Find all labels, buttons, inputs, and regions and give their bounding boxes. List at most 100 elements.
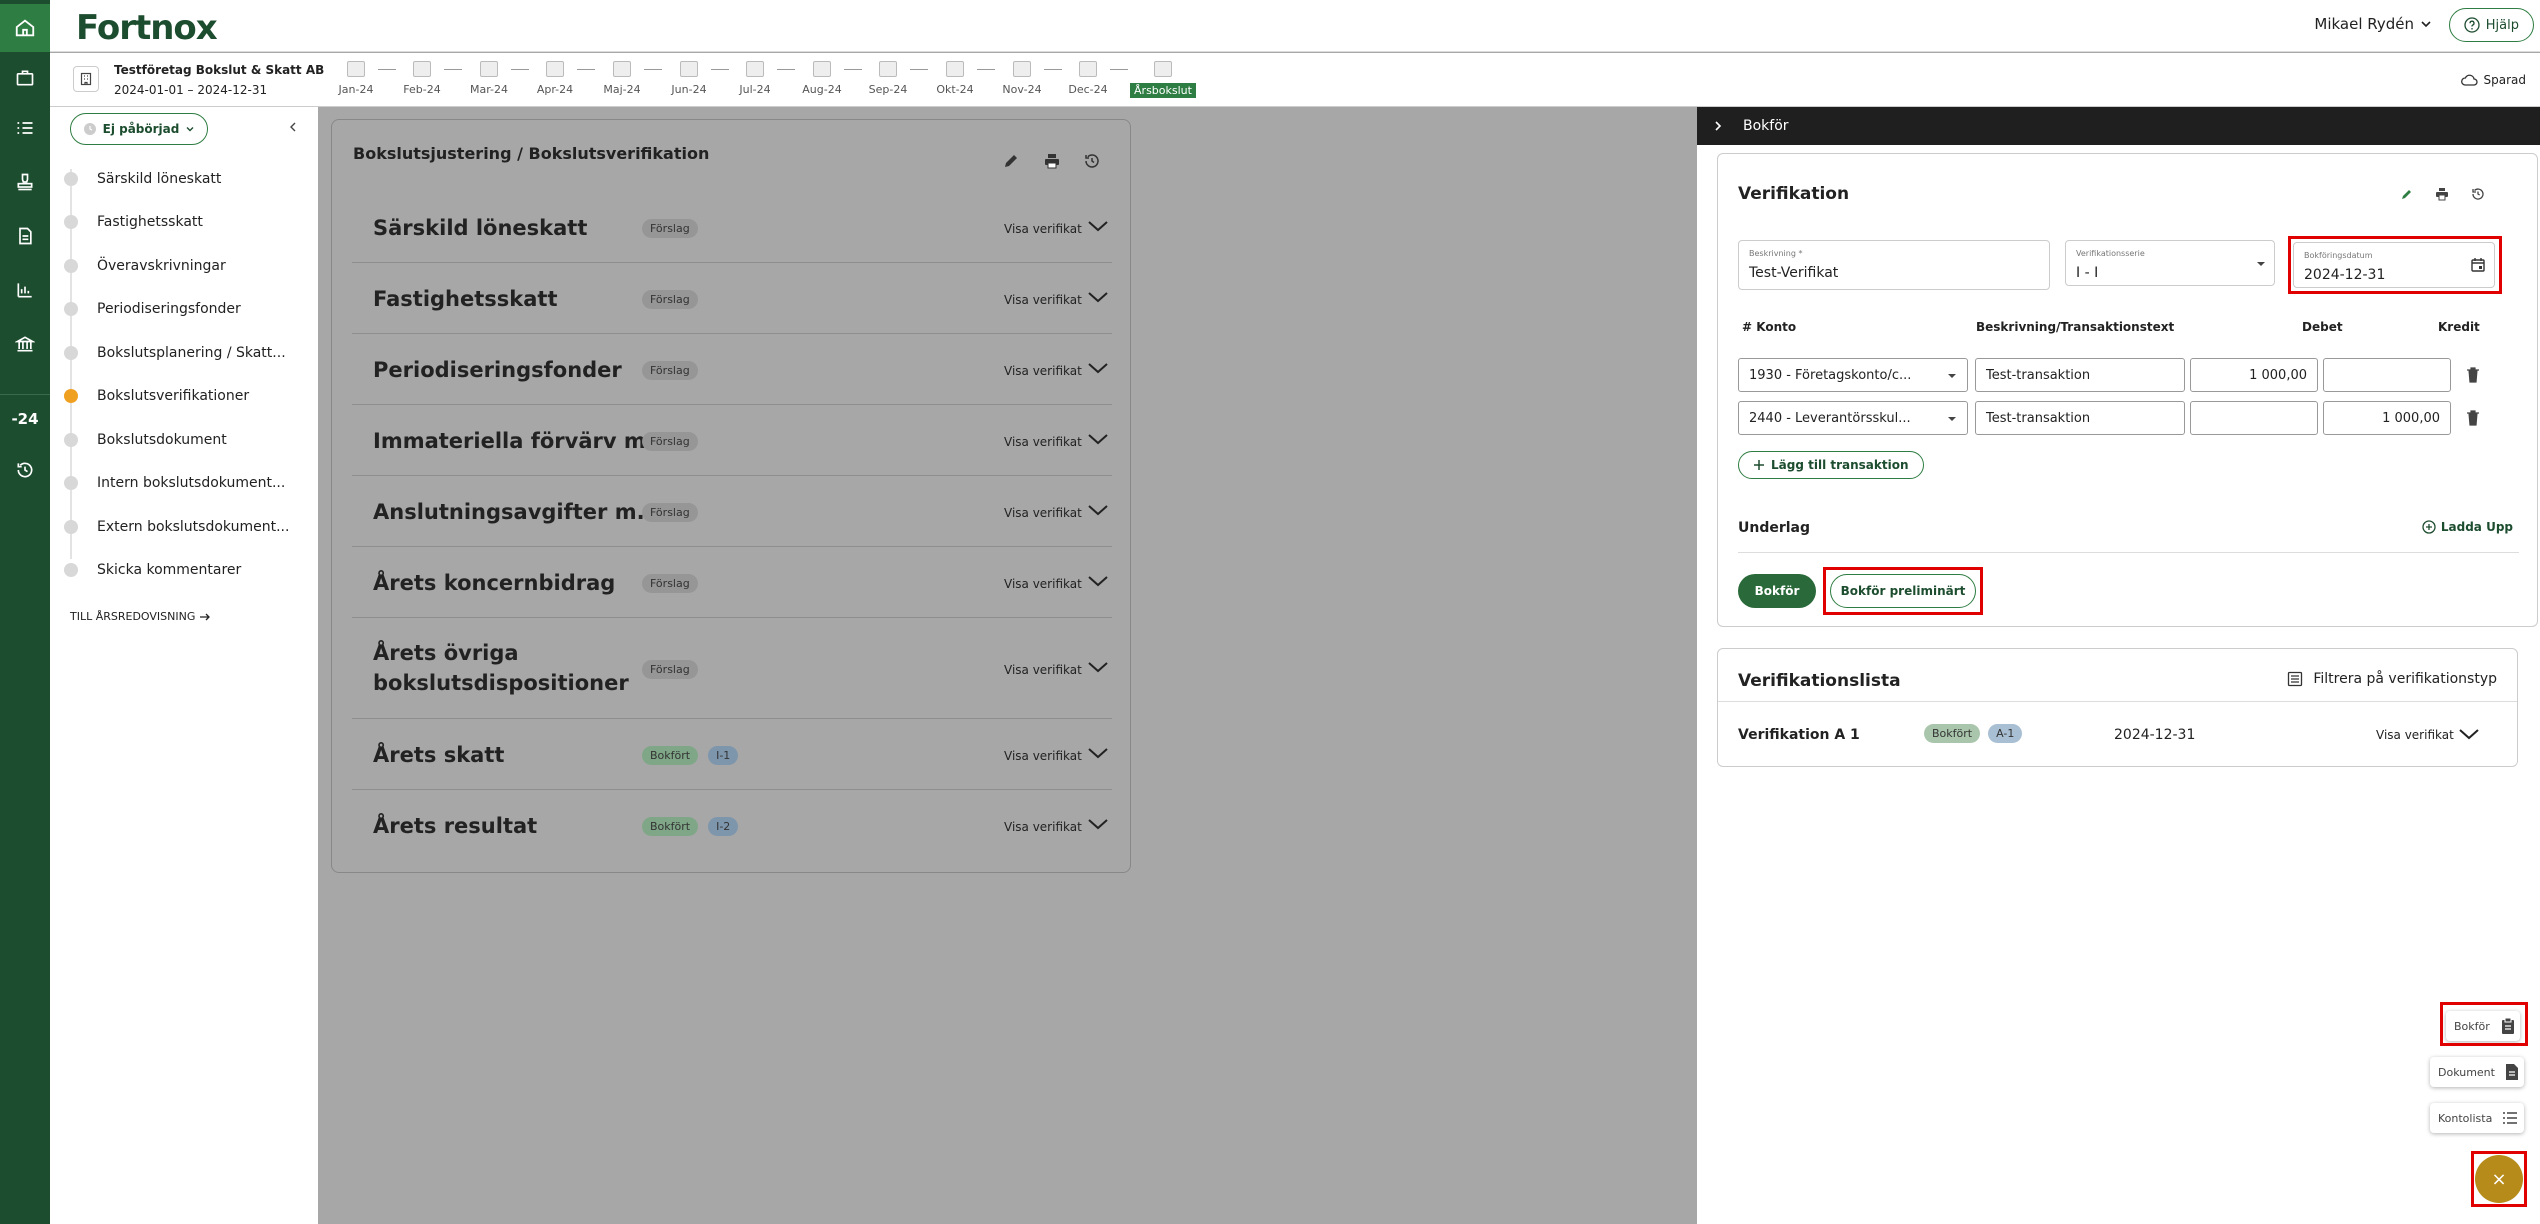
- nav-document[interactable]: [0, 212, 50, 260]
- print-button[interactable]: [1041, 150, 1063, 172]
- nav-briefcase[interactable]: [0, 54, 50, 102]
- accordion-item[interactable]: Periodiseringsfonder Förslag Visa verifi…: [352, 334, 1112, 405]
- add-transaction-button[interactable]: Lägg till transaktion: [1738, 451, 1924, 479]
- upload-label: Ladda Upp: [2440, 520, 2513, 534]
- print-button[interactable]: [2432, 184, 2452, 204]
- step-item[interactable]: Intern bokslutsdokument...: [64, 462, 314, 506]
- chevron-down-icon[interactable]: [1087, 746, 1109, 760]
- chevron-down-icon[interactable]: [1087, 660, 1109, 674]
- trash-icon[interactable]: [2465, 409, 2481, 427]
- account-select[interactable]: 2440 - Leverantörsskul...: [1738, 401, 1968, 435]
- step-item[interactable]: Fastighetsskatt: [64, 201, 314, 245]
- fab-close-button[interactable]: ×: [2475, 1155, 2523, 1203]
- accordion-item[interactable]: Särskild löneskatt Förslag Visa verifika…: [352, 192, 1112, 263]
- fab-account-list-button[interactable]: Kontolista: [2430, 1103, 2524, 1133]
- accordion-item[interactable]: Immateriella förvärv m.m. Förslag Visa v…: [352, 405, 1112, 476]
- step-label: Bokslutsdokument: [97, 431, 227, 448]
- chevron-down-icon[interactable]: [2458, 727, 2480, 741]
- collapse-sidebar-button[interactable]: [287, 121, 299, 133]
- verification-number-badge: I-1: [708, 746, 739, 765]
- book-button[interactable]: Bokför: [1738, 574, 1816, 608]
- fab-bokfor-button[interactable]: Bokför: [2446, 1011, 2520, 1041]
- chevron-down-icon[interactable]: [1087, 290, 1109, 304]
- calendar-icon[interactable]: [2470, 257, 2486, 273]
- nav-checklist[interactable]: [0, 104, 50, 152]
- show-verification-label: Visa verifikat: [1004, 435, 1082, 449]
- chevron-down-icon[interactable]: [1087, 219, 1109, 233]
- accordion-item[interactable]: Årets resultat Bokfört I-2 Visa verifikat: [352, 790, 1112, 861]
- edit-button[interactable]: [1000, 150, 1022, 172]
- month-jun[interactable]: Jun-24: [664, 61, 714, 96]
- step-item[interactable]: Periodiseringsfonder: [64, 288, 314, 332]
- debit-input[interactable]: [2190, 401, 2318, 435]
- step-item[interactable]: Särskild löneskatt: [64, 157, 314, 201]
- accordion-item[interactable]: Årets koncernbidrag Förslag Visa verifik…: [352, 547, 1112, 618]
- transaction-text: Test-transaktion: [1986, 410, 2091, 426]
- nav-history[interactable]: [0, 446, 50, 494]
- accordion-item[interactable]: Årets övriga bokslutsdispositioner Försl…: [352, 618, 1112, 719]
- month-feb[interactable]: Feb-24: [397, 61, 447, 96]
- step-item[interactable]: Skicka kommentarer: [64, 549, 314, 593]
- debit-input[interactable]: 1 000,00: [2190, 358, 2318, 392]
- year-label: -24: [11, 409, 39, 428]
- credit-input[interactable]: [2323, 358, 2451, 392]
- upload-button[interactable]: Ladda Upp: [2422, 520, 2513, 534]
- book-preliminary-button[interactable]: Bokför preliminärt: [1830, 574, 1976, 608]
- step-item-active[interactable]: Bokslutsverifikationer: [64, 375, 314, 419]
- trash-icon[interactable]: [2465, 366, 2481, 384]
- accordion-item[interactable]: Anslutningsavgifter m.m. Förslag Visa ve…: [352, 476, 1112, 547]
- fortnox-logo[interactable]: Fortnox: [76, 8, 218, 48]
- help-label: Hjälp: [2485, 17, 2519, 33]
- nav-home[interactable]: [0, 4, 50, 52]
- month-aug[interactable]: Aug-24: [797, 61, 847, 96]
- transaction-text-input[interactable]: Test-transaktion: [1975, 358, 2185, 392]
- history-icon: [1083, 152, 1101, 170]
- plus-icon: [1753, 459, 1765, 471]
- nav-stamp[interactable]: [0, 158, 50, 206]
- month-dec[interactable]: Dec-24: [1063, 61, 1113, 96]
- accordion-item[interactable]: Årets skatt Bokfört I-1 Visa verifikat: [352, 719, 1112, 790]
- company-name: Testföretag Bokslut & Skatt AB: [114, 63, 325, 77]
- arrow-right-icon: [199, 611, 211, 623]
- step-item[interactable]: Bokslutsplanering / Skatt...: [64, 331, 314, 375]
- description-field[interactable]: Beskrivning * Test-Verifikat: [1738, 240, 2050, 290]
- step-item[interactable]: Överavskrivningar: [64, 244, 314, 288]
- to-annual-report-link[interactable]: TILL ÅRSREDOVISNING: [70, 610, 211, 623]
- month-annual[interactable]: Årsbokslut: [1130, 61, 1196, 98]
- accordion-item[interactable]: Fastighetsskatt Förslag Visa verifikat: [352, 263, 1112, 334]
- fab-document-button[interactable]: Dokument: [2430, 1057, 2524, 1087]
- chevron-down-icon[interactable]: [1087, 817, 1109, 831]
- booking-date-field[interactable]: Bokföringsdatum 2024-12-31: [2293, 242, 2495, 288]
- month-sep[interactable]: Sep-24: [863, 61, 913, 96]
- chevron-down-icon[interactable]: [1087, 361, 1109, 375]
- month-mar[interactable]: Mar-24: [464, 61, 514, 96]
- chevron-down-icon[interactable]: [1087, 503, 1109, 517]
- nav-bank[interactable]: [0, 320, 50, 368]
- verification-card: Verifikation Beskrivning * Test-Verifika…: [1717, 153, 2538, 627]
- help-button[interactable]: Hjälp: [2448, 8, 2534, 42]
- month-apr[interactable]: Apr-24: [530, 61, 580, 96]
- user-menu[interactable]: Mikael Rydén: [2314, 15, 2432, 33]
- chevron-down-icon[interactable]: [1087, 574, 1109, 588]
- step-item[interactable]: Extern bokslutsdokument...: [64, 505, 314, 549]
- history-button[interactable]: [1081, 150, 1103, 172]
- chevron-down-icon[interactable]: [1087, 432, 1109, 446]
- status-badge: Förslag: [642, 432, 698, 451]
- month-may[interactable]: Maj-24: [597, 61, 647, 96]
- verification-series-select[interactable]: Verifikationsserie I - I: [2065, 240, 2275, 286]
- edit-button[interactable]: [2397, 184, 2417, 204]
- month-nov[interactable]: Nov-24: [997, 61, 1047, 96]
- credit-input[interactable]: 1 000,00: [2323, 401, 2451, 435]
- chevron-right-icon[interactable]: [1713, 120, 1723, 132]
- filter-button[interactable]: Filtrera på verifikationstyp: [2287, 671, 2497, 687]
- month-jan[interactable]: Jan-24: [331, 61, 381, 96]
- transaction-text-input[interactable]: Test-transaktion: [1975, 401, 2185, 435]
- nav-year[interactable]: -24: [0, 394, 50, 442]
- month-jul[interactable]: Jul-24: [730, 61, 780, 96]
- account-select[interactable]: 1930 - Företagskonto/c...: [1738, 358, 1968, 392]
- status-dropdown[interactable]: Ej påbörjad: [70, 113, 208, 145]
- nav-reports[interactable]: [0, 266, 50, 314]
- step-item[interactable]: Bokslutsdokument: [64, 418, 314, 462]
- month-oct[interactable]: Okt-24: [930, 61, 980, 96]
- history-button[interactable]: [2468, 184, 2488, 204]
